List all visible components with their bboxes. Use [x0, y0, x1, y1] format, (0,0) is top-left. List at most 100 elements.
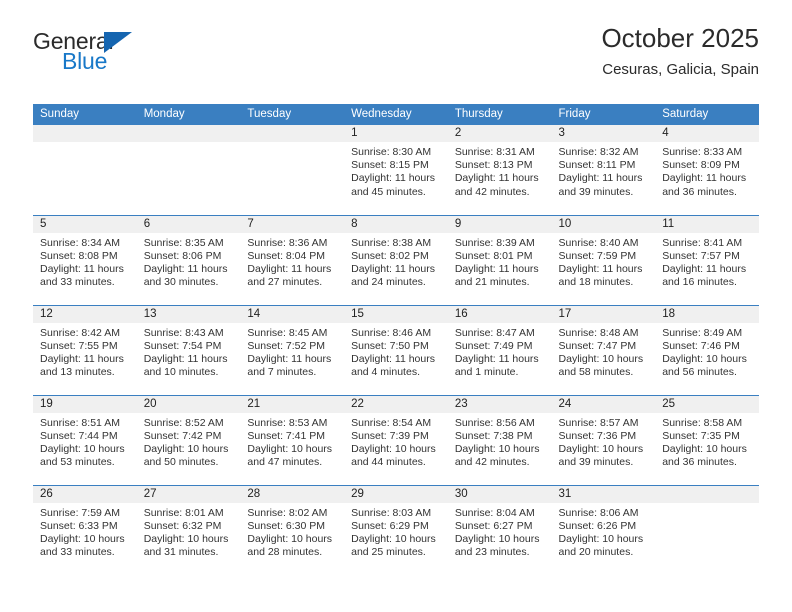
- day-cell[interactable]: 25 Sunrise: 8:58 AM Sunset: 7:35 PM Dayl…: [655, 394, 759, 485]
- sunset-text: Sunset: 8:13 PM: [454, 159, 533, 172]
- day-number: 13: [136, 305, 241, 323]
- day-details: Sunrise: 8:43 AM Sunset: 7:54 PM Dayligh…: [137, 323, 241, 380]
- day-cell[interactable]: 20 Sunrise: 8:52 AM Sunset: 7:42 PM Dayl…: [136, 394, 241, 485]
- day-cell[interactable]: 30 Sunrise: 8:04 AM Sunset: 6:27 PM Dayl…: [447, 484, 552, 575]
- daylight-text-line2: and 30 minutes.: [143, 276, 219, 289]
- weekday-header-friday: Friday: [551, 104, 656, 125]
- day-cell[interactable]: 5 Sunrise: 8:34 AM Sunset: 8:08 PM Dayli…: [33, 214, 137, 305]
- day-number: 26: [33, 485, 137, 503]
- calendar-week-row: 26 Sunrise: 7:59 AM Sunset: 6:33 PM Dayl…: [33, 484, 759, 575]
- weekday-header-sunday: Sunday: [33, 104, 137, 125]
- day-number: 3: [551, 125, 656, 142]
- sunrise-text: Sunrise: 8:39 AM: [454, 236, 535, 249]
- day-cell[interactable]: 2 Sunrise: 8:31 AM Sunset: 8:13 PM Dayli…: [447, 125, 552, 215]
- day-cell[interactable]: 13 Sunrise: 8:43 AM Sunset: 7:54 PM Dayl…: [136, 304, 241, 395]
- day-cell[interactable]: 21 Sunrise: 8:53 AM Sunset: 7:41 PM Dayl…: [240, 394, 345, 485]
- day-cell[interactable]: 31 Sunrise: 8:06 AM Sunset: 6:26 PM Dayl…: [551, 484, 656, 575]
- sunset-text: Sunset: 8:01 PM: [454, 249, 533, 262]
- day-cell[interactable]: 14 Sunrise: 8:45 AM Sunset: 7:52 PM Dayl…: [240, 304, 345, 395]
- sunrise-text: Sunrise: 8:58 AM: [662, 416, 743, 429]
- sunset-text: Sunset: 8:06 PM: [143, 249, 222, 262]
- calendar-week-row: 1 Sunrise: 8:30 AM Sunset: 8:15 PM Dayli…: [33, 125, 759, 215]
- daylight-text-line2: and 1 minute.: [454, 366, 519, 379]
- day-cell[interactable]: 18 Sunrise: 8:49 AM Sunset: 7:46 PM Dayl…: [655, 304, 759, 395]
- sunset-text: Sunset: 6:26 PM: [558, 519, 637, 532]
- day-cell[interactable]: 17 Sunrise: 8:48 AM Sunset: 7:47 PM Dayl…: [551, 304, 656, 395]
- sunset-text: Sunset: 7:46 PM: [662, 339, 740, 352]
- sunrise-text: Sunrise: 8:51 AM: [40, 416, 120, 429]
- day-cell[interactable]: 4 Sunrise: 8:33 AM Sunset: 8:09 PM Dayli…: [655, 125, 759, 215]
- daylight-text-line1: Daylight: 11 hours: [558, 262, 643, 275]
- daylight-text-line2: and 10 minutes.: [143, 366, 219, 379]
- daylight-text-line2: and 36 minutes.: [662, 456, 737, 469]
- daylight-text-line2: and 39 minutes.: [558, 185, 634, 198]
- sunrise-text: Sunrise: 8:49 AM: [662, 326, 743, 339]
- sunrise-text: Sunrise: 8:38 AM: [351, 236, 432, 249]
- day-cell[interactable]: 29 Sunrise: 8:03 AM Sunset: 6:29 PM Dayl…: [344, 484, 448, 575]
- daylight-text-line2: and 42 minutes.: [454, 185, 530, 198]
- daylight-text-line2: and 23 minutes.: [454, 546, 530, 559]
- day-cell[interactable]: 8 Sunrise: 8:38 AM Sunset: 8:02 PM Dayli…: [344, 214, 448, 305]
- day-number: 25: [655, 395, 759, 413]
- day-cell[interactable]: 24 Sunrise: 8:57 AM Sunset: 7:36 PM Dayl…: [551, 394, 656, 485]
- day-cell[interactable]: [136, 125, 241, 215]
- day-cell[interactable]: 12 Sunrise: 8:42 AM Sunset: 7:55 PM Dayl…: [33, 304, 137, 395]
- day-cell[interactable]: 11 Sunrise: 8:41 AM Sunset: 7:57 PM Dayl…: [655, 214, 759, 305]
- daylight-text-line1: Daylight: 10 hours: [40, 442, 125, 455]
- day-cell[interactable]: 19 Sunrise: 8:51 AM Sunset: 7:44 PM Dayl…: [33, 394, 137, 485]
- daylight-text-line1: Daylight: 11 hours: [247, 352, 332, 365]
- day-cell[interactable]: [33, 125, 137, 215]
- sunset-text: Sunset: 7:35 PM: [662, 429, 740, 442]
- day-cell[interactable]: 27 Sunrise: 8:01 AM Sunset: 6:32 PM Dayl…: [136, 484, 241, 575]
- day-details: [137, 142, 241, 146]
- weekday-header-thursday: Thursday: [447, 104, 552, 125]
- day-cell[interactable]: 1 Sunrise: 8:30 AM Sunset: 8:15 PM Dayli…: [344, 125, 448, 215]
- day-number: 18: [655, 305, 759, 323]
- day-details: Sunrise: 8:38 AM Sunset: 8:02 PM Dayligh…: [344, 233, 448, 290]
- daylight-text-line2: and 24 minutes.: [351, 276, 426, 289]
- day-cell[interactable]: 9 Sunrise: 8:39 AM Sunset: 8:01 PM Dayli…: [447, 214, 552, 305]
- sunrise-text: Sunrise: 8:33 AM: [662, 146, 743, 158]
- day-number: 22: [344, 395, 448, 413]
- sunrise-text: Sunrise: 8:32 AM: [558, 146, 639, 158]
- daylight-text-line1: Daylight: 11 hours: [351, 352, 435, 365]
- sunrise-text: Sunrise: 8:47 AM: [454, 326, 535, 339]
- day-cell[interactable]: 6 Sunrise: 8:35 AM Sunset: 8:06 PM Dayli…: [136, 214, 241, 305]
- day-cell[interactable]: 7 Sunrise: 8:36 AM Sunset: 8:04 PM Dayli…: [240, 214, 345, 305]
- daylight-text-line2: and 56 minutes.: [662, 366, 737, 379]
- weekday-header-wednesday: Wednesday: [344, 104, 448, 125]
- day-cell[interactable]: 15 Sunrise: 8:46 AM Sunset: 7:50 PM Dayl…: [344, 304, 448, 395]
- day-details: Sunrise: 7:59 AM Sunset: 6:33 PM Dayligh…: [33, 503, 137, 560]
- day-cell[interactable]: 10 Sunrise: 8:40 AM Sunset: 7:59 PM Dayl…: [551, 214, 656, 305]
- day-cell[interactable]: 23 Sunrise: 8:56 AM Sunset: 7:38 PM Dayl…: [447, 394, 552, 485]
- day-cell[interactable]: [240, 125, 345, 215]
- day-number: 28: [240, 485, 345, 503]
- day-details: Sunrise: 8:49 AM Sunset: 7:46 PM Dayligh…: [655, 323, 759, 380]
- daylight-text-line2: and 42 minutes.: [454, 456, 530, 469]
- day-cell[interactable]: [655, 484, 759, 575]
- day-cell[interactable]: 16 Sunrise: 8:47 AM Sunset: 7:49 PM Dayl…: [447, 304, 552, 395]
- weekday-header-row: Sunday Monday Tuesday Wednesday Thursday…: [33, 104, 759, 125]
- daylight-text-line1: Daylight: 10 hours: [247, 532, 333, 545]
- day-details: Sunrise: 8:39 AM Sunset: 8:01 PM Dayligh…: [448, 233, 552, 290]
- sunrise-text: Sunrise: 8:56 AM: [454, 416, 535, 429]
- sunset-text: Sunset: 8:15 PM: [351, 159, 429, 172]
- day-number: 6: [136, 215, 241, 233]
- sunrise-text: Sunrise: 8:31 AM: [454, 146, 535, 158]
- daylight-text-line1: Daylight: 10 hours: [558, 532, 644, 545]
- sunset-text: Sunset: 7:41 PM: [247, 429, 326, 442]
- daylight-text-line2: and 36 minutes.: [662, 185, 737, 198]
- calendar-week-row: 5 Sunrise: 8:34 AM Sunset: 8:08 PM Dayli…: [33, 214, 759, 305]
- day-cell[interactable]: 22 Sunrise: 8:54 AM Sunset: 7:39 PM Dayl…: [344, 394, 448, 485]
- day-cell[interactable]: 26 Sunrise: 7:59 AM Sunset: 6:33 PM Dayl…: [33, 484, 137, 575]
- day-number: [240, 125, 345, 142]
- day-cell[interactable]: 3 Sunrise: 8:32 AM Sunset: 8:11 PM Dayli…: [551, 125, 656, 215]
- sunrise-text: Sunrise: 8:52 AM: [143, 416, 224, 429]
- sunset-text: Sunset: 8:09 PM: [662, 159, 740, 172]
- sunset-text: Sunset: 7:47 PM: [558, 339, 637, 352]
- day-cell[interactable]: 28 Sunrise: 8:02 AM Sunset: 6:30 PM Dayl…: [240, 484, 345, 575]
- daylight-text-line2: and 25 minutes.: [351, 546, 426, 559]
- sunset-text: Sunset: 8:08 PM: [40, 249, 118, 262]
- daylight-text-line1: Daylight: 11 hours: [143, 352, 228, 365]
- day-details: [33, 142, 137, 146]
